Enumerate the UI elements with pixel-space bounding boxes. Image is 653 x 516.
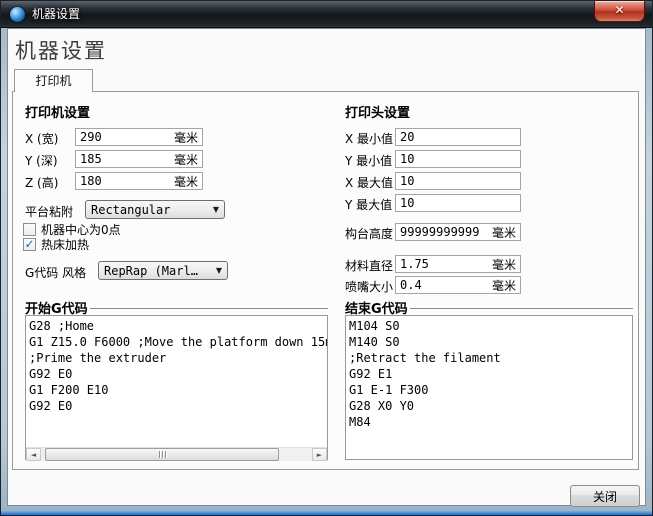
machine-width-label: X (宽) [25, 130, 58, 147]
heading-rule [90, 308, 328, 309]
unit-label: 毫米 [492, 224, 516, 241]
machine-depth-field[interactable]: 185 毫米 [75, 150, 203, 168]
thumb-grip [159, 451, 160, 458]
titlebar: 机器设置 ✕ [1, 1, 652, 28]
close-dialog-button[interactable]: 关闭 [570, 485, 640, 507]
head-y-min-label: Y 最小值 [345, 152, 392, 169]
machine-width-field[interactable]: 290 毫米 [75, 128, 203, 146]
scrollbar-thumb[interactable] [45, 448, 279, 461]
scrollbar-track[interactable] [41, 448, 312, 461]
scroll-left-arrow-icon[interactable]: ◄ [26, 448, 41, 461]
machine-height-field[interactable]: 180 毫米 [75, 172, 203, 190]
head-x-min-field[interactable]: 20 [395, 128, 521, 146]
head-y-min-field[interactable]: 10 [395, 150, 521, 168]
window-title: 机器设置 [32, 1, 80, 28]
gantry-height-label: 构台高度 [345, 225, 393, 242]
platform-adhesion-label: 平台粘附 [25, 203, 73, 220]
material-diameter-field[interactable]: 1.75 毫米 [395, 255, 521, 273]
thumb-grip [165, 451, 166, 458]
material-diameter-label: 材料直径 [345, 257, 393, 274]
start-gcode-hscrollbar[interactable]: ◄ ► [26, 447, 327, 461]
checkbox-box: ✓ [23, 238, 36, 251]
printer-settings-heading: 打印机设置 [25, 102, 90, 121]
page-title: 机器设置 [15, 35, 107, 65]
printhead-settings-heading: 打印头设置 [345, 102, 410, 121]
head-x-max-field[interactable]: 10 [395, 172, 521, 190]
tab-printer[interactable]: 打印机 [14, 69, 93, 92]
heated-bed-checkbox[interactable]: ✓ 热床加热 [23, 236, 89, 253]
nozzle-size-label: 喷嘴大小 [345, 278, 393, 295]
unit-label: 毫米 [174, 173, 198, 190]
chevron-down-icon: ▼ [213, 205, 219, 214]
gcode-flavor-dropdown[interactable]: RepRap (Marl… ▼ [98, 261, 228, 280]
printer-tab-page: 打印机设置 X (宽) 290 毫米 Y (深) 185 毫米 Z (高) 18… [12, 91, 639, 470]
head-y-max-label: Y 最大值 [345, 196, 392, 213]
machine-height-label: Z (高) [25, 174, 58, 191]
scroll-right-arrow-icon[interactable]: ► [312, 448, 327, 461]
chevron-down-icon: ▼ [216, 266, 222, 275]
app-icon [10, 7, 25, 22]
head-x-min-label: X 最小值 [345, 130, 393, 147]
thumb-grip [162, 451, 163, 458]
start-gcode-textarea[interactable]: G28 ;Home G1 Z15.0 F6000 ;Move the platf… [25, 315, 328, 460]
machine-depth-label: Y (深) [25, 152, 58, 169]
check-icon: ✓ [24, 238, 34, 250]
checkbox-box: ✓ [23, 223, 36, 236]
head-y-max-field[interactable]: 10 [395, 194, 521, 212]
platform-adhesion-dropdown[interactable]: Rectangular ▼ [85, 200, 225, 219]
unit-label: 毫米 [492, 256, 516, 273]
dialog-client-area: 机器设置 打印机 打印机设置 X (宽) 290 毫米 Y (深) 185 毫米… [7, 28, 646, 506]
unit-label: 毫米 [492, 277, 516, 294]
nozzle-size-field[interactable]: 0.4 毫米 [395, 276, 521, 294]
window-close-button[interactable]: ✕ [594, 1, 645, 22]
heading-rule [410, 308, 633, 309]
gcode-flavor-label: G代码 风格 [25, 264, 86, 281]
unit-label: 毫米 [174, 129, 198, 146]
end-gcode-textarea[interactable]: M104 S0 M140 S0 ;Retract the filament G9… [345, 315, 633, 460]
gantry-height-field[interactable]: 99999999999 毫米 [395, 223, 521, 241]
machine-settings-window: 机器设置 ✕ 机器设置 打印机 打印机设置 X (宽) 290 毫米 Y (深)… [0, 0, 653, 516]
unit-label: 毫米 [174, 151, 198, 168]
window-bottom-edge [1, 511, 652, 515]
head-x-max-label: X 最大值 [345, 174, 393, 191]
